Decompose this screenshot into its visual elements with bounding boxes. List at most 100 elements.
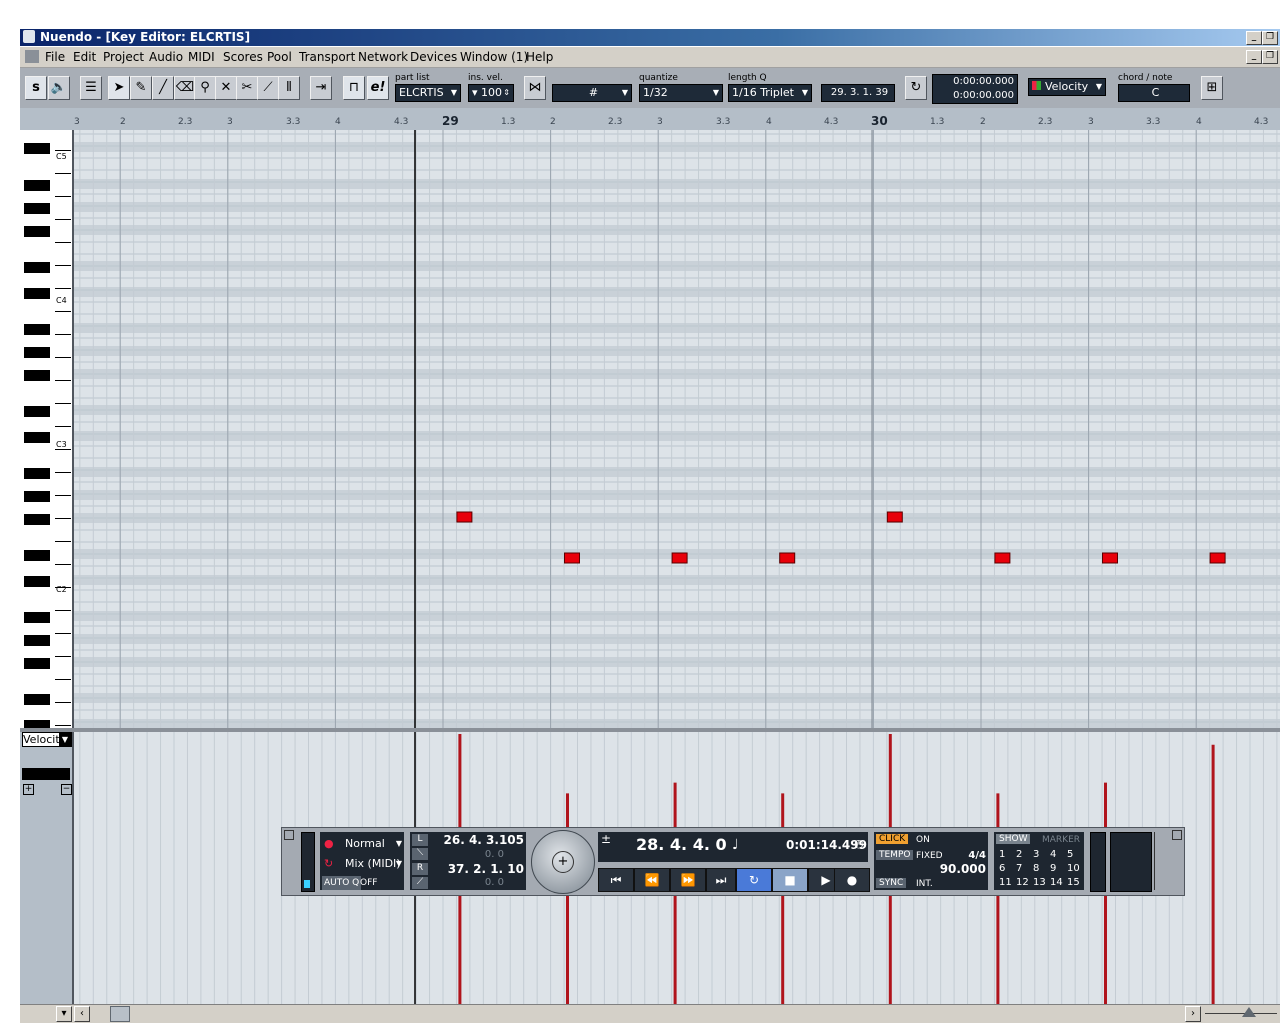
black-key[interactable]: [24, 262, 50, 273]
menu-midi[interactable]: MIDI: [188, 50, 215, 64]
controller-lane-select[interactable]: Velocit ▼: [22, 732, 72, 747]
black-key[interactable]: [24, 324, 50, 335]
menu-project[interactable]: Project: [103, 50, 144, 64]
menu-help[interactable]: Help: [526, 50, 553, 64]
black-key[interactable]: [24, 550, 50, 561]
menu-scores[interactable]: Scores: [223, 50, 263, 64]
marker-button[interactable]: 11: [999, 877, 1012, 888]
cycle-mode-select[interactable]: ↻ Mix (MIDI) ▼: [320, 856, 404, 872]
scroll-thumb[interactable]: [110, 1006, 130, 1022]
black-key[interactable]: [24, 658, 50, 669]
midi-note[interactable]: [779, 552, 796, 564]
quantize-field[interactable]: quantize 1/32 ▼: [639, 73, 723, 102]
add-lane-icon[interactable]: +: [23, 784, 34, 795]
menu-devices[interactable]: Devices: [410, 50, 457, 64]
menu-file[interactable]: File: [45, 50, 65, 64]
marker-button[interactable]: 9: [1050, 863, 1056, 874]
black-key[interactable]: [24, 491, 50, 502]
marker-button[interactable]: 15: [1067, 877, 1080, 888]
black-key[interactable]: [24, 143, 50, 154]
marker-button[interactable]: 5: [1067, 849, 1073, 860]
record-mode-select[interactable]: ● Normal ▼: [320, 836, 404, 852]
horizontal-scrollbar[interactable]: ▾ ‹ ›: [20, 1004, 1280, 1023]
black-key[interactable]: [24, 203, 50, 214]
black-key[interactable]: [24, 347, 50, 358]
autoscroll-button[interactable]: ⇥: [310, 76, 332, 100]
marker-button[interactable]: 1: [999, 849, 1005, 860]
black-key[interactable]: [24, 288, 50, 299]
position-display[interactable]: 28. 4. 4. 0: [636, 835, 727, 854]
midi-note[interactable]: [564, 552, 580, 564]
record-button[interactable]: ●: [834, 868, 870, 892]
black-key[interactable]: [24, 432, 50, 443]
marker-button[interactable]: 2: [1016, 849, 1022, 860]
speaker-icon[interactable]: 🔈: [48, 76, 70, 100]
restore-button[interactable]: ❐: [1262, 31, 1278, 45]
stop-button[interactable]: ■: [772, 868, 808, 892]
midi-note[interactable]: [456, 511, 473, 523]
doc-restore-button[interactable]: ❐: [1262, 50, 1278, 64]
note-grid-canvas[interactable]: [74, 130, 1280, 728]
transport-panel[interactable]: ● Normal ▼ ↻ Mix (MIDI) ▼ AUTO Q OFF L 2…: [281, 827, 1185, 896]
zoom-tool-icon[interactable]: ⚲: [194, 76, 216, 100]
left-locator-button[interactable]: L: [412, 834, 428, 846]
sync-button[interactable]: SYNC: [876, 878, 907, 888]
midi-note[interactable]: [994, 552, 1011, 564]
loop-icon[interactable]: ↻: [905, 76, 927, 100]
marker-button[interactable]: 6: [999, 863, 1005, 874]
menu-window[interactable]: Window (1): [460, 50, 528, 64]
nudge-up-icon[interactable]: ±: [601, 832, 611, 846]
keyboard-button[interactable]: ⊞: [1201, 76, 1223, 100]
pencil-tool-icon[interactable]: ✎: [130, 76, 152, 100]
ruler[interactable]: 3 2 2.3 3 3.3 4 4.3 1.3 2 2.3 3 3.3 4 4.3 1.3 2 2.3 3 3.3 4…: [72, 108, 1280, 131]
fast-forward-button[interactable]: ⏩: [670, 868, 706, 892]
punch-out-button[interactable]: ⟋: [412, 877, 428, 889]
solo-button[interactable]: s: [25, 76, 47, 100]
scroll-right-button[interactable]: ›: [1185, 1006, 1201, 1022]
scroll-left-button[interactable]: ‹: [74, 1006, 90, 1022]
black-key[interactable]: [24, 226, 50, 237]
jog-wheel[interactable]: +: [531, 830, 595, 894]
length-q-field[interactable]: length Q 1/16 Triplet ▼: [728, 73, 812, 102]
transport-menu-icon[interactable]: [1172, 830, 1182, 840]
right-locator-value[interactable]: 37. 2. 1. 10: [448, 862, 524, 876]
time-signature[interactable]: 4/4: [968, 850, 986, 861]
midi-note[interactable]: [1209, 552, 1226, 564]
zoom-slider-handle[interactable]: [1242, 1007, 1256, 1017]
output-fader-area[interactable]: [1110, 832, 1152, 892]
piano-keyboard[interactable]: C5 C4 C3 C2: [20, 130, 74, 728]
black-key[interactable]: [24, 635, 50, 646]
black-key[interactable]: [24, 576, 50, 587]
snap-button[interactable]: ⋈: [524, 76, 546, 100]
black-key[interactable]: [24, 468, 50, 479]
drumstick-tool-icon[interactable]: ⦀: [278, 76, 300, 100]
doc-minimize-button[interactable]: _: [1246, 50, 1262, 64]
marker-button[interactable]: 13: [1033, 877, 1046, 888]
minimize-button[interactable]: _: [1246, 31, 1262, 45]
click-button[interactable]: CLICK: [876, 834, 909, 844]
show-markers-button[interactable]: SHOW: [996, 834, 1031, 844]
zoom-menu-button[interactable]: ▾: [56, 1006, 72, 1022]
black-key[interactable]: [24, 406, 50, 417]
menu-pool[interactable]: Pool: [267, 50, 292, 64]
note-grid[interactable]: [74, 130, 1280, 728]
edit-part-button[interactable]: ⊓: [343, 76, 365, 100]
menu-network[interactable]: Network: [358, 50, 408, 64]
controller-select[interactable]: Velocity ▼: [1028, 78, 1106, 96]
info-line-button[interactable]: ☰: [80, 76, 102, 100]
left-locator-value[interactable]: 26. 4. 3.105: [444, 833, 524, 847]
marker-button[interactable]: 10: [1067, 863, 1080, 874]
glue-tool-icon[interactable]: ⟋: [257, 76, 279, 100]
insert-velocity-field[interactable]: ins. vel. ▾ 100 ⇕: [468, 73, 514, 102]
menu-audio[interactable]: Audio: [149, 50, 183, 64]
marker-button[interactable]: 7: [1016, 863, 1022, 874]
marker-button[interactable]: 12: [1016, 877, 1029, 888]
eraser-tool-icon[interactable]: ⌫: [174, 76, 196, 100]
go-to-end-button[interactable]: ⏭: [706, 868, 736, 892]
go-to-start-button[interactable]: ⏮: [598, 868, 634, 892]
output-volume-fader[interactable]: [1154, 832, 1163, 890]
midi-note[interactable]: [671, 552, 688, 564]
cycle-button[interactable]: ↻: [736, 868, 772, 892]
rewind-button[interactable]: ⏪: [634, 868, 670, 892]
transport-close-icon[interactable]: [284, 830, 294, 840]
